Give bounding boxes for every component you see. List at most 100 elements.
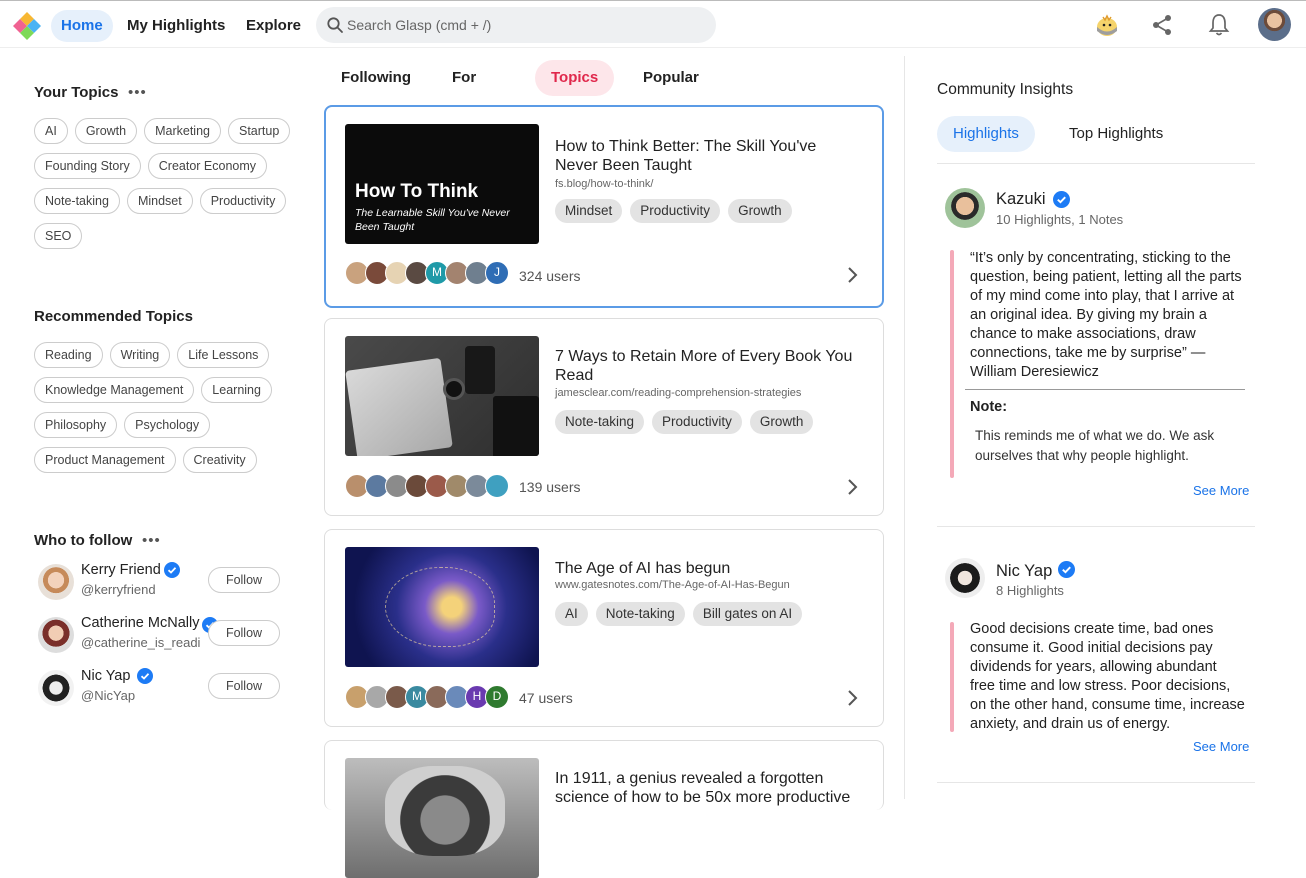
follow-button[interactable]: Follow (208, 567, 280, 593)
search-bar[interactable] (316, 7, 716, 43)
see-more-link[interactable]: See More (1193, 483, 1249, 498)
article-card[interactable]: The Age of AI has begun www.gatesnotes.c… (324, 529, 884, 727)
topic-tag[interactable]: AI (555, 602, 588, 626)
topic-chip[interactable]: Startup (228, 118, 291, 144)
topic-chip[interactable]: Reading (34, 342, 103, 368)
topic-chip[interactable]: Psychology (124, 412, 211, 438)
mascot-icon[interactable] (1094, 12, 1120, 38)
topic-chip[interactable]: Learning (201, 377, 272, 403)
follow-button[interactable]: Follow (208, 673, 280, 699)
verified-icon (164, 562, 180, 578)
article-tags: Note-taking Productivity Growth (555, 410, 814, 434)
article-card[interactable]: How To Think The Learnable Skill You've … (324, 105, 884, 308)
highlight-quote: Good decisions create time, bad ones con… (970, 621, 1245, 732)
who-to-follow-title: Who to follow (34, 532, 133, 549)
topic-chip[interactable]: Founding Story (34, 153, 141, 179)
avatar[interactable] (945, 558, 985, 598)
topic-chip[interactable]: Writing (109, 342, 171, 368)
nav-explore[interactable]: Explore (236, 10, 311, 42)
nav-my-highlights[interactable]: My Highlights (117, 10, 235, 42)
topic-chip[interactable]: SEO (34, 223, 83, 249)
tab-popular[interactable]: Popular (627, 60, 715, 96)
topic-tag[interactable]: Mindset (555, 199, 623, 223)
article-thumbnail[interactable] (345, 336, 539, 456)
user-count: 324 users (519, 268, 581, 284)
topic-tag[interactable]: Productivity (652, 410, 742, 434)
topic-chip[interactable]: Product Management (34, 447, 176, 473)
tab-top-highlights[interactable]: Top Highlights (1053, 116, 1179, 152)
topic-chip[interactable]: Knowledge Management (34, 377, 195, 403)
article-url: fs.blog/how-to-think/ (555, 178, 654, 190)
avatar[interactable] (38, 617, 74, 653)
verified-icon (1058, 561, 1075, 578)
chevron-right-icon[interactable] (845, 688, 859, 708)
reader-avatar[interactable]: D (485, 685, 509, 709)
topic-tag[interactable]: Note-taking (595, 602, 685, 626)
follow-suggestion: Kerry Friend @kerryfriend Follow (38, 562, 283, 602)
tab-for-you[interactable]: For You (436, 60, 495, 122)
avatar[interactable] (38, 564, 74, 600)
avatar[interactable] (38, 670, 74, 706)
search-input[interactable] (347, 7, 697, 43)
reader-avatar[interactable] (485, 474, 509, 498)
article-tags: Mindset Productivity Growth (555, 199, 792, 223)
article-thumbnail[interactable] (345, 547, 539, 667)
article-tags: AI Note-taking Bill gates on AI (555, 602, 803, 626)
follow-name[interactable]: Nic Yap (81, 668, 130, 684)
who-to-follow-more-icon[interactable]: ••• (142, 532, 161, 549)
follow-button[interactable]: Follow (208, 620, 280, 646)
column-divider (904, 56, 905, 799)
divider (937, 526, 1255, 527)
insight-author[interactable]: Nic Yap (996, 562, 1052, 581)
article-url: www.gatesnotes.com/The-Age-of-AI-Has-Beg… (555, 579, 790, 591)
article-card[interactable]: In 1911, a genius revealed a forgotten s… (324, 740, 884, 878)
article-card[interactable]: 7 Ways to Retain More of Every Book You … (324, 318, 884, 516)
topic-chip[interactable]: Marketing (144, 118, 221, 144)
article-title[interactable]: In 1911, a genius revealed a forgotten s… (555, 769, 865, 807)
verified-icon (137, 668, 153, 684)
article-title[interactable]: The Age of AI has begun (555, 559, 855, 578)
topic-tag[interactable]: Growth (728, 199, 792, 223)
tab-following[interactable]: Following (325, 60, 427, 96)
avatar[interactable] (945, 188, 985, 228)
nav-home[interactable]: Home (51, 10, 113, 42)
insight-meta: 8 Highlights (996, 583, 1064, 598)
article-thumbnail[interactable] (345, 758, 539, 878)
article-title[interactable]: 7 Ways to Retain More of Every Book You … (555, 347, 855, 385)
highlight-quote: “It’s only by concentrating, sticking to… (970, 250, 1242, 380)
glasp-logo-icon[interactable] (12, 11, 42, 41)
topic-tag[interactable]: Productivity (630, 199, 721, 223)
user-avatar[interactable] (1258, 8, 1291, 41)
follow-name[interactable]: Catherine McNally (81, 615, 199, 631)
topic-chip[interactable]: Mindset (126, 188, 193, 214)
topic-tag[interactable]: Growth (749, 410, 814, 434)
reader-avatar[interactable]: J (485, 261, 509, 285)
chevron-right-icon[interactable] (845, 265, 859, 285)
chevron-right-icon[interactable] (845, 477, 859, 497)
topic-chip[interactable]: Creativity (182, 447, 257, 473)
topic-chip[interactable]: Creator Economy (147, 153, 268, 179)
topic-chip[interactable]: AI (34, 118, 68, 144)
your-topics-more-icon[interactable]: ••• (128, 84, 147, 101)
thumbnail-title: How To Think (355, 181, 479, 202)
follow-name[interactable]: Kerry Friend (81, 562, 161, 578)
topic-chip[interactable]: Productivity (199, 188, 287, 214)
article-title[interactable]: How to Think Better: The Skill You've Ne… (555, 137, 855, 175)
topic-tag[interactable]: Bill gates on AI (692, 602, 803, 626)
top-bar: Home My Highlights Explore (0, 0, 1306, 48)
share-icon[interactable] (1149, 12, 1175, 38)
topic-chip[interactable]: Philosophy (34, 412, 118, 438)
insight-meta: 10 Highlights, 1 Notes (996, 212, 1124, 227)
topic-chip[interactable]: Growth (74, 118, 138, 144)
topic-tag[interactable]: Note-taking (555, 410, 645, 434)
tab-topics[interactable]: Topics (535, 60, 615, 96)
topic-chip[interactable]: Note-taking (34, 188, 120, 214)
insight-author[interactable]: Kazuki (996, 190, 1046, 209)
article-thumbnail[interactable]: How To Think The Learnable Skill You've … (345, 124, 539, 244)
note-text: This reminds me of what we do. We ask ou… (975, 428, 1215, 463)
bell-icon[interactable] (1206, 12, 1232, 38)
see-more-link[interactable]: See More (1193, 739, 1249, 754)
topic-chip[interactable]: Life Lessons (177, 342, 270, 368)
tab-highlights[interactable]: Highlights (937, 116, 1035, 152)
divider (937, 782, 1255, 783)
